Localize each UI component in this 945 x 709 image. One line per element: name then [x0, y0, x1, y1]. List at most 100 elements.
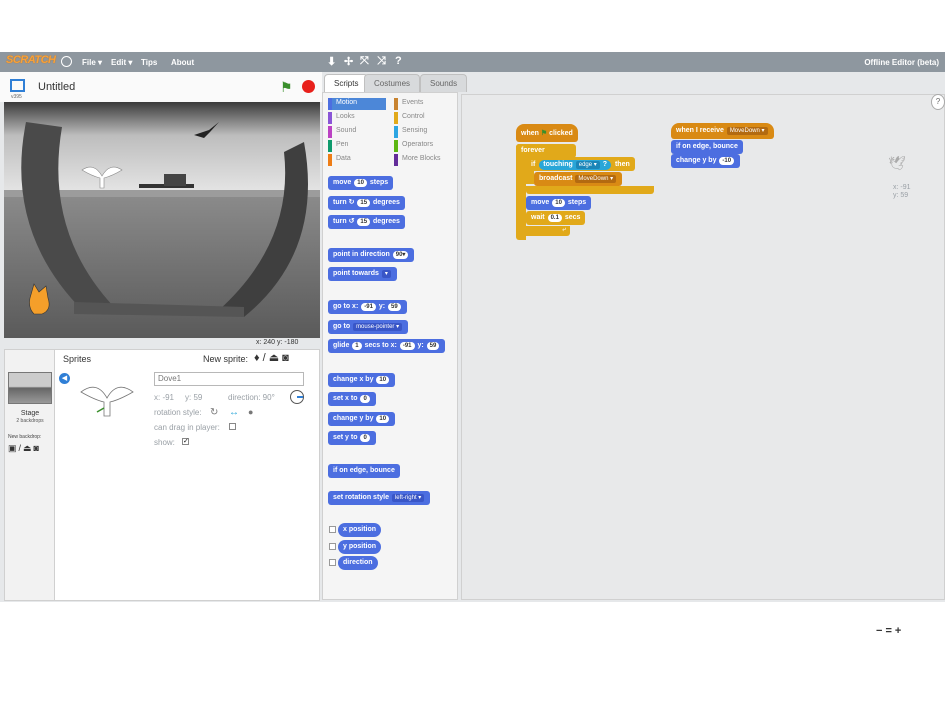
reporter-direction[interactable]: direction	[338, 556, 378, 570]
block-change-y-script[interactable]: change y by -10	[671, 154, 741, 168]
delete-tool-icon[interactable]: ✢	[344, 55, 353, 68]
stage-mouse-coords: x: 240 y: -180	[256, 339, 299, 346]
block-go-to-xy[interactable]: go to x: -91 y: 59	[328, 300, 407, 314]
back-arrow-icon[interactable]: ◀	[59, 373, 70, 384]
script-when-receive[interactable]: when I receive MoveDown ▾ if on edge, bo…	[671, 123, 811, 183]
left-right-icon[interactable]: ↔	[229, 407, 239, 418]
block-wait[interactable]: wait 0.1 secs	[526, 211, 586, 225]
tab-sounds[interactable]: Sounds	[420, 74, 468, 92]
green-flag-icon-block: ⚑	[540, 130, 548, 137]
help-tool-icon[interactable]: ?	[395, 55, 402, 67]
tab-scripts[interactable]: Scripts	[324, 74, 369, 92]
tab-costumes[interactable]: Costumes	[364, 74, 421, 92]
script-green-flag[interactable]: when ⚑ clicked forever if touching edge …	[516, 124, 656, 244]
current-sprite-ghost-icon: 🕊	[888, 155, 906, 171]
stage-label: Stage	[20, 410, 40, 417]
upload-backdrop-icon[interactable]: ⏏	[23, 443, 34, 453]
stage[interactable]	[4, 102, 320, 338]
block-rotation-style[interactable]: set rotation style left-right ▾	[328, 491, 431, 505]
reporter-x-position[interactable]: x position	[338, 523, 382, 537]
category-control[interactable]: Control	[394, 112, 452, 124]
sprites-title: Sprites	[63, 354, 92, 364]
menu-tips[interactable]: Tips	[141, 58, 157, 67]
drag-checkbox[interactable]	[229, 422, 236, 431]
stage-backdrop-image	[4, 102, 320, 338]
sprite-library-icon[interactable]: ♦	[254, 352, 263, 364]
stage-thumbnail[interactable]	[8, 372, 52, 404]
block-palette: Motion Looks Sound Pen Data Events Contr…	[322, 92, 458, 600]
rotate-all-around-icon[interactable]: ↻	[210, 407, 218, 418]
block-broadcast[interactable]: broadcast MoveDown ▾	[534, 172, 623, 186]
grow-tool-icon[interactable]: ⤧	[360, 55, 369, 68]
x-position-checkbox[interactable]	[329, 526, 336, 533]
zoom-reset-icon[interactable]: =	[885, 625, 894, 637]
block-go-to[interactable]: go to mouse-pointer ▾	[328, 320, 409, 334]
menu-about[interactable]: About	[171, 58, 194, 67]
new-backdrop-label: New backdrop:	[8, 434, 42, 440]
block-move-steps[interactable]: move 10 steps	[328, 176, 394, 190]
block-move-steps-script[interactable]: move 10 steps	[526, 196, 592, 210]
sprite-direction: direction: 90°	[228, 393, 275, 402]
block-point-direction[interactable]: point in direction 90▾	[328, 248, 415, 262]
category-motion[interactable]: Motion	[328, 98, 386, 110]
zoom-in-icon[interactable]: +	[895, 625, 904, 637]
block-glide[interactable]: glide 1 secs to x: -91 y: 59	[328, 339, 446, 353]
fullscreen-icon[interactable]	[10, 79, 25, 92]
block-when-i-receive[interactable]: when I receive MoveDown ▾	[671, 123, 774, 139]
block-change-y[interactable]: change y by 10	[328, 412, 396, 426]
scripts-area[interactable]: when ⚑ clicked forever if touching edge …	[461, 94, 945, 600]
green-flag-icon[interactable]: ⚑	[280, 79, 293, 96]
block-turn-right[interactable]: turn ↻ 15 degrees	[328, 196, 405, 210]
menu-file[interactable]: File ▾	[82, 58, 102, 67]
scratch-logo[interactable]: SCRATCH	[6, 54, 56, 66]
block-edge-bounce-script[interactable]: if on edge, bounce	[671, 140, 743, 154]
sprites-pane: Stage 2 backdrops New backdrop: ▣/⏏◙ Spr…	[4, 349, 320, 601]
y-position-checkbox[interactable]	[329, 543, 336, 550]
sprite-name-field[interactable]: Dove1	[154, 372, 304, 386]
category-sensing[interactable]: Sensing	[394, 126, 452, 138]
category-events[interactable]: Events	[394, 98, 452, 110]
stage-backdrop-count: 2 backdrops	[16, 418, 44, 424]
block-turn-left[interactable]: turn ↺ 15 degrees	[328, 215, 405, 229]
category-looks[interactable]: Looks	[328, 112, 386, 124]
stop-icon[interactable]	[302, 80, 315, 93]
help-icon[interactable]: ?	[931, 94, 945, 110]
category-pen[interactable]: Pen	[328, 140, 386, 152]
menu-bar: SCRATCH File ▾ Edit ▾ Tips About ⬇ ✢ ⤧ ⤨…	[0, 52, 945, 72]
project-title[interactable]: Untitled	[38, 81, 75, 93]
block-point-towards[interactable]: point towards ▾	[328, 267, 397, 281]
rotation-style-label: rotation style:	[154, 408, 202, 417]
reporter-y-position[interactable]: y position	[338, 540, 382, 554]
stage-column: Stage 2 backdrops New backdrop: ▣/⏏◙	[5, 350, 55, 600]
show-checkbox[interactable]: ✓	[182, 437, 189, 446]
shrink-tool-icon[interactable]: ⤨	[377, 55, 386, 68]
category-data[interactable]: Data	[328, 154, 386, 166]
show-label: show:	[154, 438, 175, 447]
duplicate-tool-icon[interactable]: ⬇	[327, 55, 336, 68]
category-operators[interactable]: Operators	[394, 140, 452, 152]
block-change-x[interactable]: change x by 10	[328, 373, 396, 387]
block-forever[interactable]: forever	[516, 144, 576, 158]
block-when-flag-clicked[interactable]: when ⚑ clicked	[516, 124, 578, 142]
block-touching[interactable]: touching edge ▾ ?	[539, 160, 612, 170]
direction-dial[interactable]	[290, 390, 304, 404]
category-sound[interactable]: Sound	[328, 126, 386, 138]
dove-sprite-thumbnail[interactable]	[79, 378, 135, 422]
camera-backdrop-icon[interactable]: ◙	[34, 443, 41, 453]
dont-rotate-icon[interactable]: ●	[248, 407, 253, 417]
sprite-y: y: 59	[185, 393, 203, 402]
sprite-x: x: -91	[154, 393, 175, 402]
upload-sprite-icon[interactable]: ⏏	[269, 352, 282, 364]
backdrop-library-icon[interactable]: ▣	[8, 443, 19, 453]
direction-checkbox[interactable]	[329, 559, 336, 566]
block-if-then[interactable]: if touching edge ▾ ? then	[526, 157, 635, 171]
language-globe-icon[interactable]	[61, 56, 72, 67]
current-sprite-coords: x: -91 y: 59	[893, 184, 911, 199]
block-edge-bounce[interactable]: if on edge, bounce	[328, 464, 400, 478]
zoom-controls: −=+	[876, 625, 904, 637]
block-set-y[interactable]: set y to 0	[328, 431, 376, 445]
category-more-blocks[interactable]: More Blocks	[394, 154, 452, 166]
block-set-x[interactable]: set x to 0	[328, 392, 376, 406]
camera-sprite-icon[interactable]: ◙	[282, 352, 292, 364]
menu-edit[interactable]: Edit ▾	[111, 58, 132, 67]
